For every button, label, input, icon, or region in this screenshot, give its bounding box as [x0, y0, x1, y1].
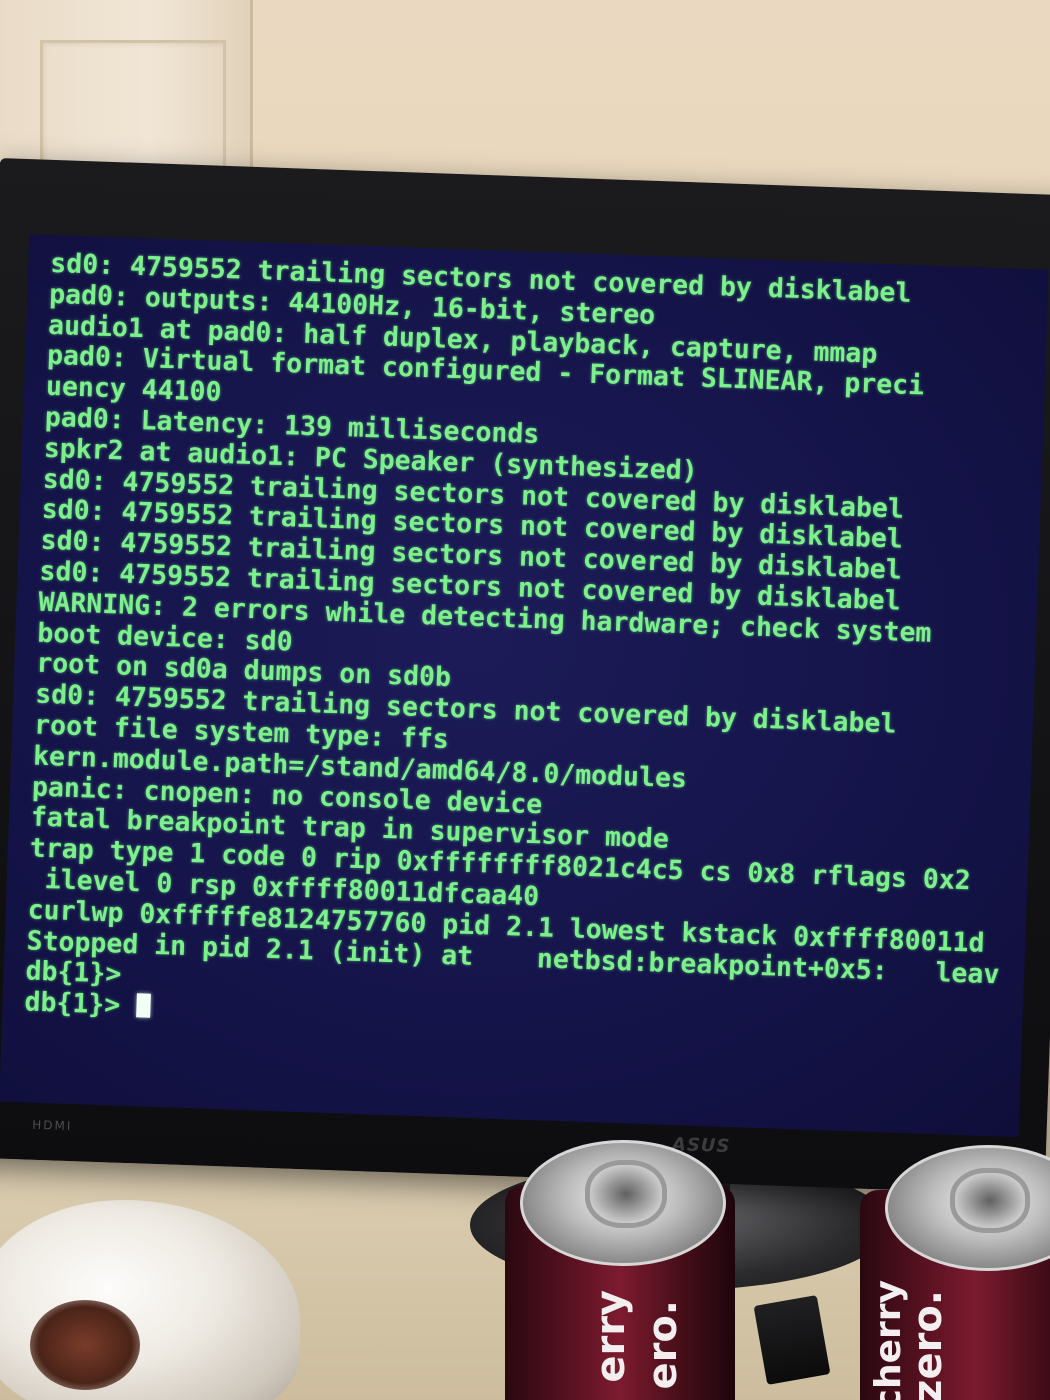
monitor: sd0: 4759552 trailing sectors not covere… — [0, 158, 1050, 1196]
monitor-screen: sd0: 4759552 trailing sectors not covere… — [0, 234, 1049, 1138]
photo-scene: sd0: 4759552 trailing sectors not covere… — [0, 0, 1050, 1400]
bag-contents — [30, 1300, 140, 1390]
sd-card — [753, 1295, 831, 1385]
can-label-right-2: zero. — [905, 1290, 951, 1400]
hdmi-label: HDMI — [32, 1117, 73, 1134]
pull-tab-left — [585, 1160, 667, 1228]
kernel-console[interactable]: sd0: 4759552 trailing sectors not covere… — [24, 248, 1023, 1052]
can-label-right: cherry — [868, 1280, 909, 1400]
can-label-left-2: ero. — [640, 1300, 686, 1390]
can-label-left: erry — [588, 1290, 634, 1383]
pull-tab-right — [950, 1168, 1030, 1233]
prompt-text: db{1}> — [24, 986, 137, 1022]
text-cursor — [135, 993, 151, 1018]
